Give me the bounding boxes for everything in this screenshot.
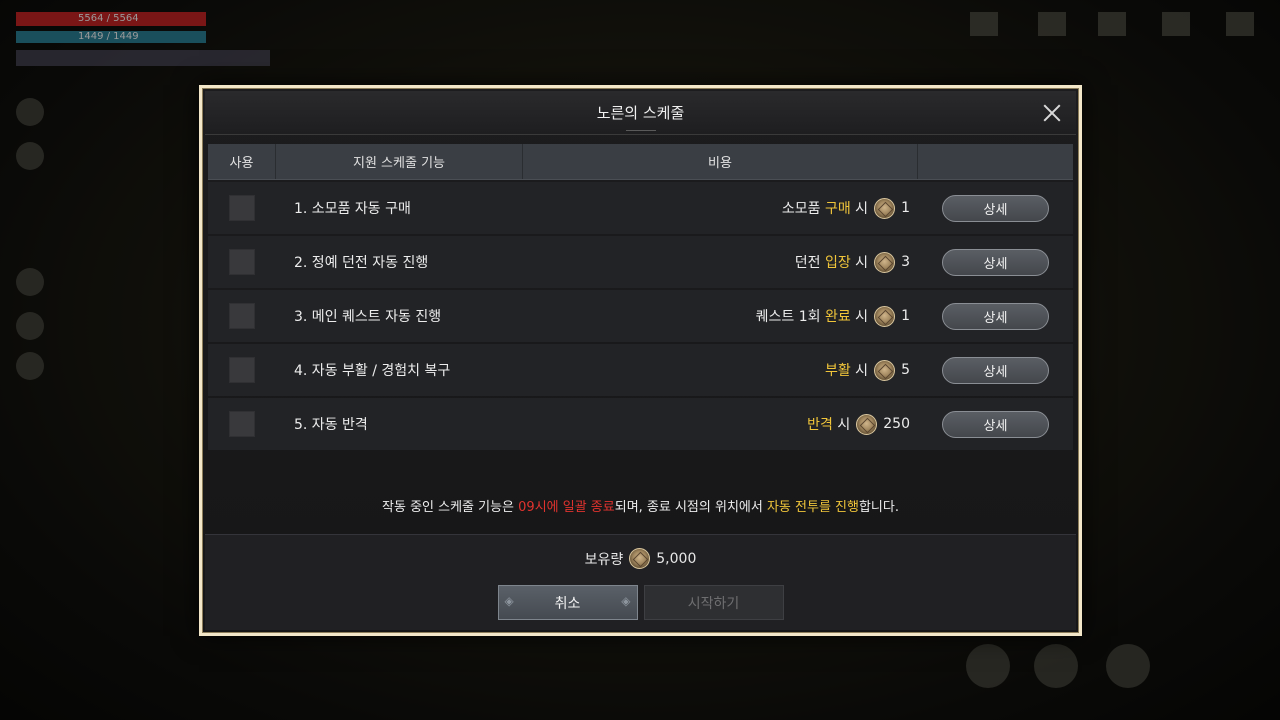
action-buttons: 취소 시작하기 <box>202 585 1079 620</box>
coin-icon <box>874 197 896 219</box>
cost-amount: 1 <box>901 200 910 216</box>
holdings: 보유량 5,000 <box>202 548 1079 569</box>
detail-button[interactable]: 상세 <box>942 248 1049 276</box>
use-checkbox[interactable] <box>229 249 255 275</box>
notice-text: 작동 중인 스케줄 기능은 <box>382 500 519 515</box>
cost-amount: 1 <box>901 308 910 324</box>
feature-label: 1. 소모품 자동 구매 <box>294 201 411 217</box>
table-row: 5. 자동 반격 반격 시 250 상세 <box>208 398 1073 450</box>
calendar-icon[interactable] <box>16 268 44 296</box>
emblem-icon[interactable] <box>16 352 44 380</box>
start-button[interactable]: 시작하기 <box>643 585 784 620</box>
inventory-icon[interactable] <box>1162 12 1190 36</box>
holdings-amount: 5,000 <box>656 550 697 567</box>
cost-highlight: 부활 <box>824 363 851 379</box>
ornament-icon <box>625 130 656 138</box>
cost-text: 시 <box>850 309 869 325</box>
menu-icon[interactable] <box>1226 12 1254 36</box>
skill-icon[interactable] <box>16 312 44 340</box>
notice-text: 합니다. <box>858 500 899 515</box>
cost-amount: 250 <box>883 416 910 432</box>
feature-label: 2. 정예 던전 자동 진행 <box>294 255 429 271</box>
cost-amount: 3 <box>901 254 910 270</box>
skill-slot-icon[interactable] <box>966 644 1010 688</box>
cost-text: 시 <box>832 417 851 433</box>
cost-cell: 퀘스트 1회 완료 시 1 <box>523 305 918 327</box>
cost-text: 시 <box>850 201 869 217</box>
cost-text: 시 <box>850 363 869 379</box>
notice-warning: 09시에 일괄 종료 <box>518 500 615 515</box>
shop-icon[interactable] <box>1098 12 1126 36</box>
holdings-label: 보유량 <box>584 551 624 568</box>
use-checkbox[interactable] <box>229 303 255 329</box>
feature-label: 3. 메인 퀘스트 자동 진행 <box>294 309 442 325</box>
column-cost: 비용 <box>523 144 918 179</box>
character-icon[interactable] <box>16 142 44 170</box>
event-icon[interactable] <box>970 12 998 36</box>
coin-icon <box>874 305 896 327</box>
globe-icon[interactable] <box>16 98 44 126</box>
schedule-dialog: 노른의 스케줄 사용 지원 스케줄 기능 비용 1. 소모품 자동 구매 소모품… <box>199 85 1082 636</box>
notice-highlight: 자동 전투를 진행 <box>766 500 859 515</box>
table-row: 3. 메인 퀘스트 자동 진행 퀘스트 1회 완료 시 1 상세 <box>208 290 1073 342</box>
close-icon[interactable] <box>1040 101 1064 125</box>
schedule-notice: 작동 중인 스케줄 기능은 09시에 일괄 종료되며, 종료 시점의 위치에서 … <box>202 496 1079 515</box>
cost-highlight: 구매 <box>824 201 851 217</box>
coin-icon <box>856 413 878 435</box>
buff-icons <box>16 50 270 66</box>
cost-cell: 반격 시 250 <box>523 413 918 435</box>
notice-text: 되며, 종료 시점의 위치에서 <box>614 500 767 515</box>
cost-cell: 부활 시 5 <box>523 359 918 381</box>
cancel-button[interactable]: 취소 <box>497 585 638 620</box>
use-checkbox[interactable] <box>229 357 255 383</box>
table-row: 2. 정예 던전 자동 진행 던전 입장 시 3 상세 <box>208 236 1073 288</box>
skill-slot-icon[interactable] <box>1034 644 1078 688</box>
cost-highlight: 완료 <box>824 309 851 325</box>
cost-highlight: 입장 <box>824 255 851 271</box>
coin-icon <box>629 548 651 569</box>
skill-slot-icon[interactable] <box>1106 644 1150 688</box>
use-checkbox[interactable] <box>229 411 255 437</box>
coin-icon <box>874 359 896 381</box>
cost-highlight: 반격 <box>807 417 833 433</box>
table-row: 4. 자동 부활 / 경험치 복구 부활 시 5 상세 <box>208 344 1073 396</box>
column-feature: 지원 스케줄 기능 <box>276 144 523 179</box>
coin-icon <box>874 251 896 273</box>
feature-label: 5. 자동 반격 <box>294 417 368 433</box>
gift-icon[interactable] <box>1038 12 1066 36</box>
cost-text: 던전 <box>794 255 825 271</box>
detail-button[interactable]: 상세 <box>942 302 1049 330</box>
footer-divider <box>205 534 1076 535</box>
hp-text: 5564 / 5564 <box>78 13 139 24</box>
feature-label: 4. 자동 부활 / 경험치 복구 <box>294 363 451 379</box>
detail-button[interactable]: 상세 <box>942 194 1049 222</box>
cost-text: 시 <box>850 255 869 271</box>
column-use: 사용 <box>208 144 276 179</box>
dialog-title: 노른의 스케줄 <box>596 104 685 122</box>
column-action <box>918 144 1073 179</box>
table-row: 1. 소모품 자동 구매 소모품 구매 시 1 상세 <box>208 182 1073 234</box>
mp-text: 1449 / 1449 <box>78 31 139 42</box>
cost-text: 소모품 <box>781 201 825 217</box>
cost-amount: 5 <box>901 362 910 378</box>
schedule-table: 사용 지원 스케줄 기능 비용 1. 소모품 자동 구매 소모품 구매 시 1 … <box>208 144 1073 450</box>
cost-cell: 던전 입장 시 3 <box>523 251 918 273</box>
detail-button[interactable]: 상세 <box>942 356 1049 384</box>
use-checkbox[interactable] <box>229 195 255 221</box>
table-header: 사용 지원 스케줄 기능 비용 <box>208 144 1073 180</box>
detail-button[interactable]: 상세 <box>942 410 1049 438</box>
cost-text: 퀘스트 1회 <box>755 309 825 325</box>
dialog-header: 노른의 스케줄 <box>205 91 1076 135</box>
cost-cell: 소모품 구매 시 1 <box>523 197 918 219</box>
